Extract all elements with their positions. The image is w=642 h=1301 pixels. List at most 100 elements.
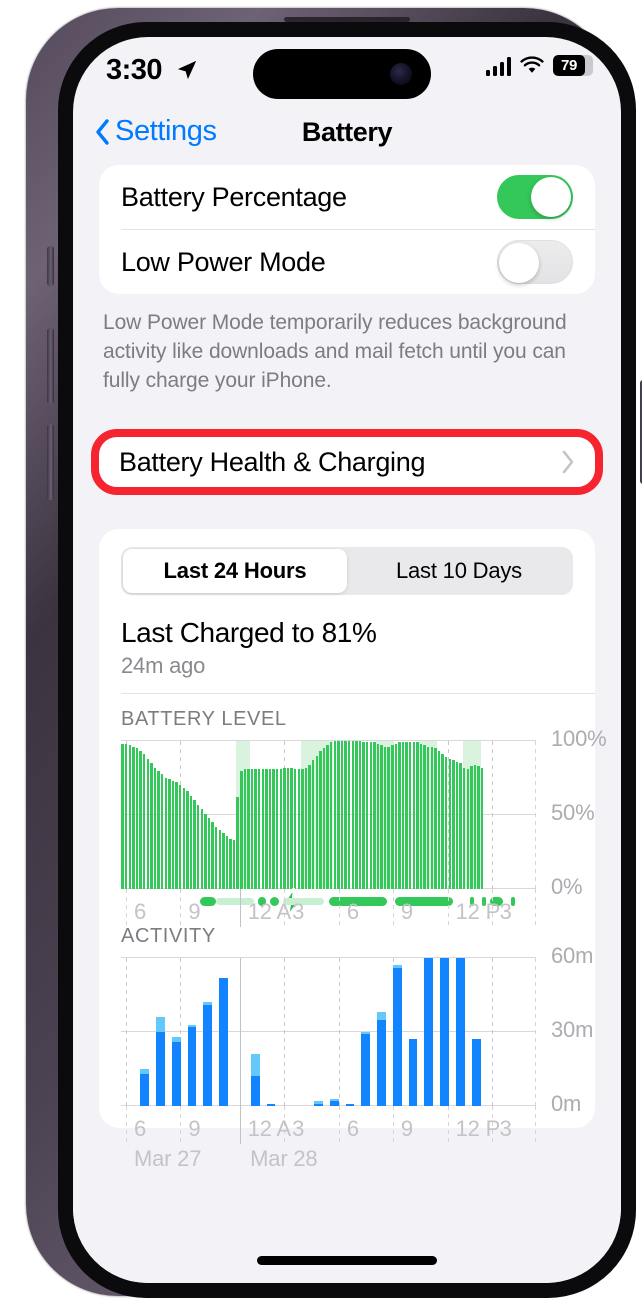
row-low-power-mode[interactable]: Low Power Mode [99,230,595,294]
time-range-segmented-control[interactable]: Last 24 Hours Last 10 Days [121,547,573,595]
battery-level-bar [283,767,286,889]
x-axis-label: 9 [400,1116,413,1141]
battery-level-bar [337,741,340,889]
battery-level-bar [297,769,301,889]
activity-bar-screen-on [140,1073,150,1106]
battery-level-bar [423,745,426,889]
battery-level-bar [369,742,372,889]
battery-percent-text: 79 [560,57,578,74]
activity-bar-screen-off [171,1036,181,1042]
activity-plot [121,957,536,1106]
battery-level-x-axis-labels: 6 9 12 A 3 6 9 12 P3 [121,893,536,927]
battery-level-bar [355,741,358,889]
battery-level-bar [175,782,178,889]
segment-last-10-days[interactable]: Last 10 Days [347,549,571,593]
battery-level-bar [326,745,329,889]
segment-last-24-hours[interactable]: Last 24 Hours [123,549,347,593]
battery-level-chart[interactable]: 100% 50% 0% 6 9 12 A 3 6 9 12 P3 [99,726,607,927]
low-power-mode-toggle[interactable] [497,240,573,284]
battery-status-icon: 79 [553,55,593,76]
activity-date-labels: Mar 27 Mar 28 [121,1146,536,1180]
battery-level-bar [279,769,283,889]
location-arrow-icon [177,60,197,80]
battery-level-bar [412,742,416,889]
battery-level-bar [236,797,239,889]
front-camera-icon [390,63,412,85]
volume-up-button[interactable] [47,328,54,404]
battery-level-bar [430,746,434,889]
activity-bar-screen-on [250,1076,260,1106]
activity-bar-screen-off [392,965,402,968]
battery-level-bar [164,778,167,889]
battery-level-chart-block: BATTERY LEVEL 100% 50% 0% 6 9 12 A 3 6 9 12 P3 [99,694,607,927]
battery-level-bar [319,751,322,889]
battery-level-bar [294,769,297,889]
battery-level-bar [466,769,470,889]
activity-bar-screen-on [471,1039,481,1106]
low-power-mode-label: Low Power Mode [121,246,326,277]
activity-bar-screen-off [313,1101,323,1104]
y-axis-label: 50% [551,800,595,825]
battery-level-y-axis-labels: 100% 50% 0% [551,726,621,899]
y-axis-label: 100% [551,726,607,751]
phone-screen: 3:30 79 Settings Battery Battery Percent… [73,37,621,1283]
battery-level-bar [153,767,157,889]
battery-level-bar [448,758,452,889]
grid-line [121,1031,536,1032]
activity-chart[interactable]: 60m 30m 0m 6 9 12 A 3 6 9 12 P3 Mar 27 Mar 28 [99,943,595,1171]
battery-health-row[interactable]: Battery Health & Charging [99,429,595,495]
activity-bar-screen-off [329,1098,339,1102]
battery-level-bar [387,746,390,889]
mute-switch[interactable] [47,246,54,286]
grid-line-vertical [338,958,340,1106]
battery-level-bar [329,742,333,889]
activity-bar-screen-off [140,1069,150,1074]
battery-level-bar [240,770,243,889]
battery-level-bar [409,742,412,889]
activity-bar-screen-off [377,1012,386,1020]
activity-bar-screen-on [424,958,434,1106]
row-battery-percentage[interactable]: Battery Percentage [99,165,595,229]
battery-level-bar [193,800,196,889]
battery-level-bar [143,754,146,889]
x-axis-label: 3 [499,899,512,924]
battery-level-bar [380,745,383,889]
battery-level-bar [455,761,459,889]
battery-level-bar [315,755,318,889]
battery-level-bar [347,741,351,889]
battery-health-highlight-wrapper: Battery Health & Charging [91,429,603,495]
battery-level-bar [132,746,135,889]
battery-level-bar [128,745,132,889]
volume-down-button[interactable] [47,424,54,500]
battery-level-bar [445,757,448,889]
battery-level-plot [121,740,536,889]
y-axis-label: 60m [551,943,594,968]
battery-level-bar [304,767,308,889]
battery-level-bar [160,773,164,889]
battery-level-bar [200,809,203,889]
activity-bar-screen-on [187,1027,197,1106]
battery-level-bar [135,748,139,889]
battery-usage-card: Last 24 Hours Last 10 Days Last Charged … [99,529,607,1171]
battery-percentage-toggle[interactable] [497,175,573,219]
battery-level-bar [214,826,218,889]
battery-level-bar [189,795,193,889]
low-power-mode-footer: Low Power Mode temporarily reduces backg… [103,311,567,392]
x-axis-label: 3 [499,1116,512,1141]
battery-level-bar [459,763,462,889]
y-axis-label: 0m [551,1091,582,1116]
activity-bar-screen-off [250,1054,260,1077]
battery-health-label: Battery Health & Charging [119,446,426,477]
battery-level-bar [207,817,211,889]
x-axis-label: 6 [346,899,359,924]
signal-bars-icon [485,56,511,76]
x-axis-label: 9 [400,899,413,924]
x-axis-label: 6 [133,1116,147,1141]
battery-level-bar [178,785,182,889]
page-title: Battery [301,117,393,147]
home-indicator[interactable] [257,1256,437,1265]
status-time: 3:30 [106,54,163,86]
battery-level-bar [401,742,405,889]
battery-level-bar [139,751,142,889]
last-charged-title: Last Charged to 81% [121,617,377,648]
